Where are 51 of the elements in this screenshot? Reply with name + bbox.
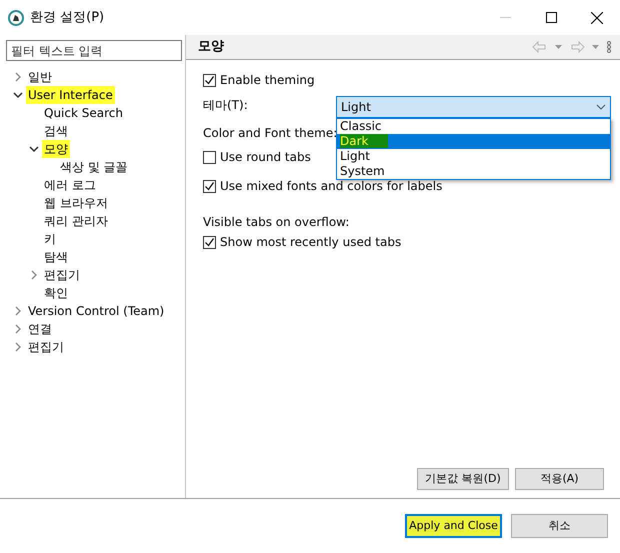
checkbox[interactable] <box>203 150 216 164</box>
checkbox[interactable] <box>203 236 216 248</box>
checkbox-label: Enable theming <box>220 72 315 89</box>
checkbox-label: Use round tabs <box>220 149 311 166</box>
chevron-down-icon <box>596 104 606 110</box>
expand-chevron-icon[interactable] <box>14 306 22 316</box>
tree-item[interactable]: 편집기 <box>42 266 82 284</box>
tree-item[interactable]: 편집기 <box>26 338 66 356</box>
tree-item[interactable]: 모양 <box>42 140 70 158</box>
tree-item[interactable]: 웹 브라우저 <box>42 194 110 212</box>
tree-item[interactable]: 일반 <box>26 68 54 86</box>
overflow-label: Visible tabs on overflow: <box>203 214 350 231</box>
color-font-theme-label: Color and Font theme: <box>203 125 338 142</box>
maximize-icon[interactable] <box>546 12 556 23</box>
expand-chevron-icon[interactable] <box>14 72 22 82</box>
app-logo-icon <box>8 10 24 26</box>
expand-chevron-icon[interactable] <box>14 324 22 334</box>
tree-item[interactable]: 키 <box>42 230 58 248</box>
collapse-chevron-icon[interactable] <box>13 91 23 99</box>
menu-icon[interactable] <box>606 41 612 53</box>
dialog-button[interactable]: 취소 <box>511 514 608 538</box>
collapse-chevron-icon[interactable] <box>29 145 39 153</box>
dropdown-option[interactable]: Classic <box>337 119 610 134</box>
expand-chevron-icon[interactable] <box>14 342 22 352</box>
dialog-button[interactable]: 적용(A) <box>515 468 604 490</box>
tree-item[interactable]: Quick Search <box>42 104 125 122</box>
checkbox[interactable] <box>203 74 216 86</box>
dialog-button[interactable]: 기본값 복원(D) <box>417 468 509 490</box>
dropdown-option[interactable]: System <box>337 164 610 179</box>
dropdown-option[interactable]: Light <box>337 149 610 164</box>
dropdown-option[interactable]: Dark <box>337 134 610 149</box>
theme-dropdown[interactable]: Light <box>336 96 611 118</box>
checkbox-label: Show most recently used tabs <box>220 234 402 251</box>
close-icon[interactable] <box>591 12 603 24</box>
tree-item[interactable]: Version Control (Team) <box>26 302 166 320</box>
tree-item[interactable]: 검색 <box>42 122 70 140</box>
dialog-button[interactable]: Apply and Close <box>405 514 502 538</box>
tree-item[interactable]: User Interface <box>26 86 115 104</box>
expand-chevron-icon[interactable] <box>30 270 38 280</box>
tree-item[interactable]: 색상 및 글꼴 <box>58 158 130 176</box>
window-title: 환경 설정(P) <box>30 8 106 27</box>
filter-field[interactable]: 필터 텍스트 입력 <box>6 40 182 61</box>
tree-item[interactable]: 탐색 <box>42 248 70 266</box>
theme-label: 테마(T): <box>203 97 248 114</box>
checkbox-label: Use mixed fonts and colors for labels <box>220 178 442 195</box>
tree-item[interactable]: 에러 로그 <box>42 176 98 194</box>
tree-item[interactable]: 확인 <box>42 284 70 302</box>
checkbox[interactable] <box>203 180 216 192</box>
page-title: 모양 <box>198 38 225 56</box>
tree-item[interactable]: 연결 <box>26 320 54 338</box>
tree-item[interactable]: 쿼리 관리자 <box>42 212 110 230</box>
